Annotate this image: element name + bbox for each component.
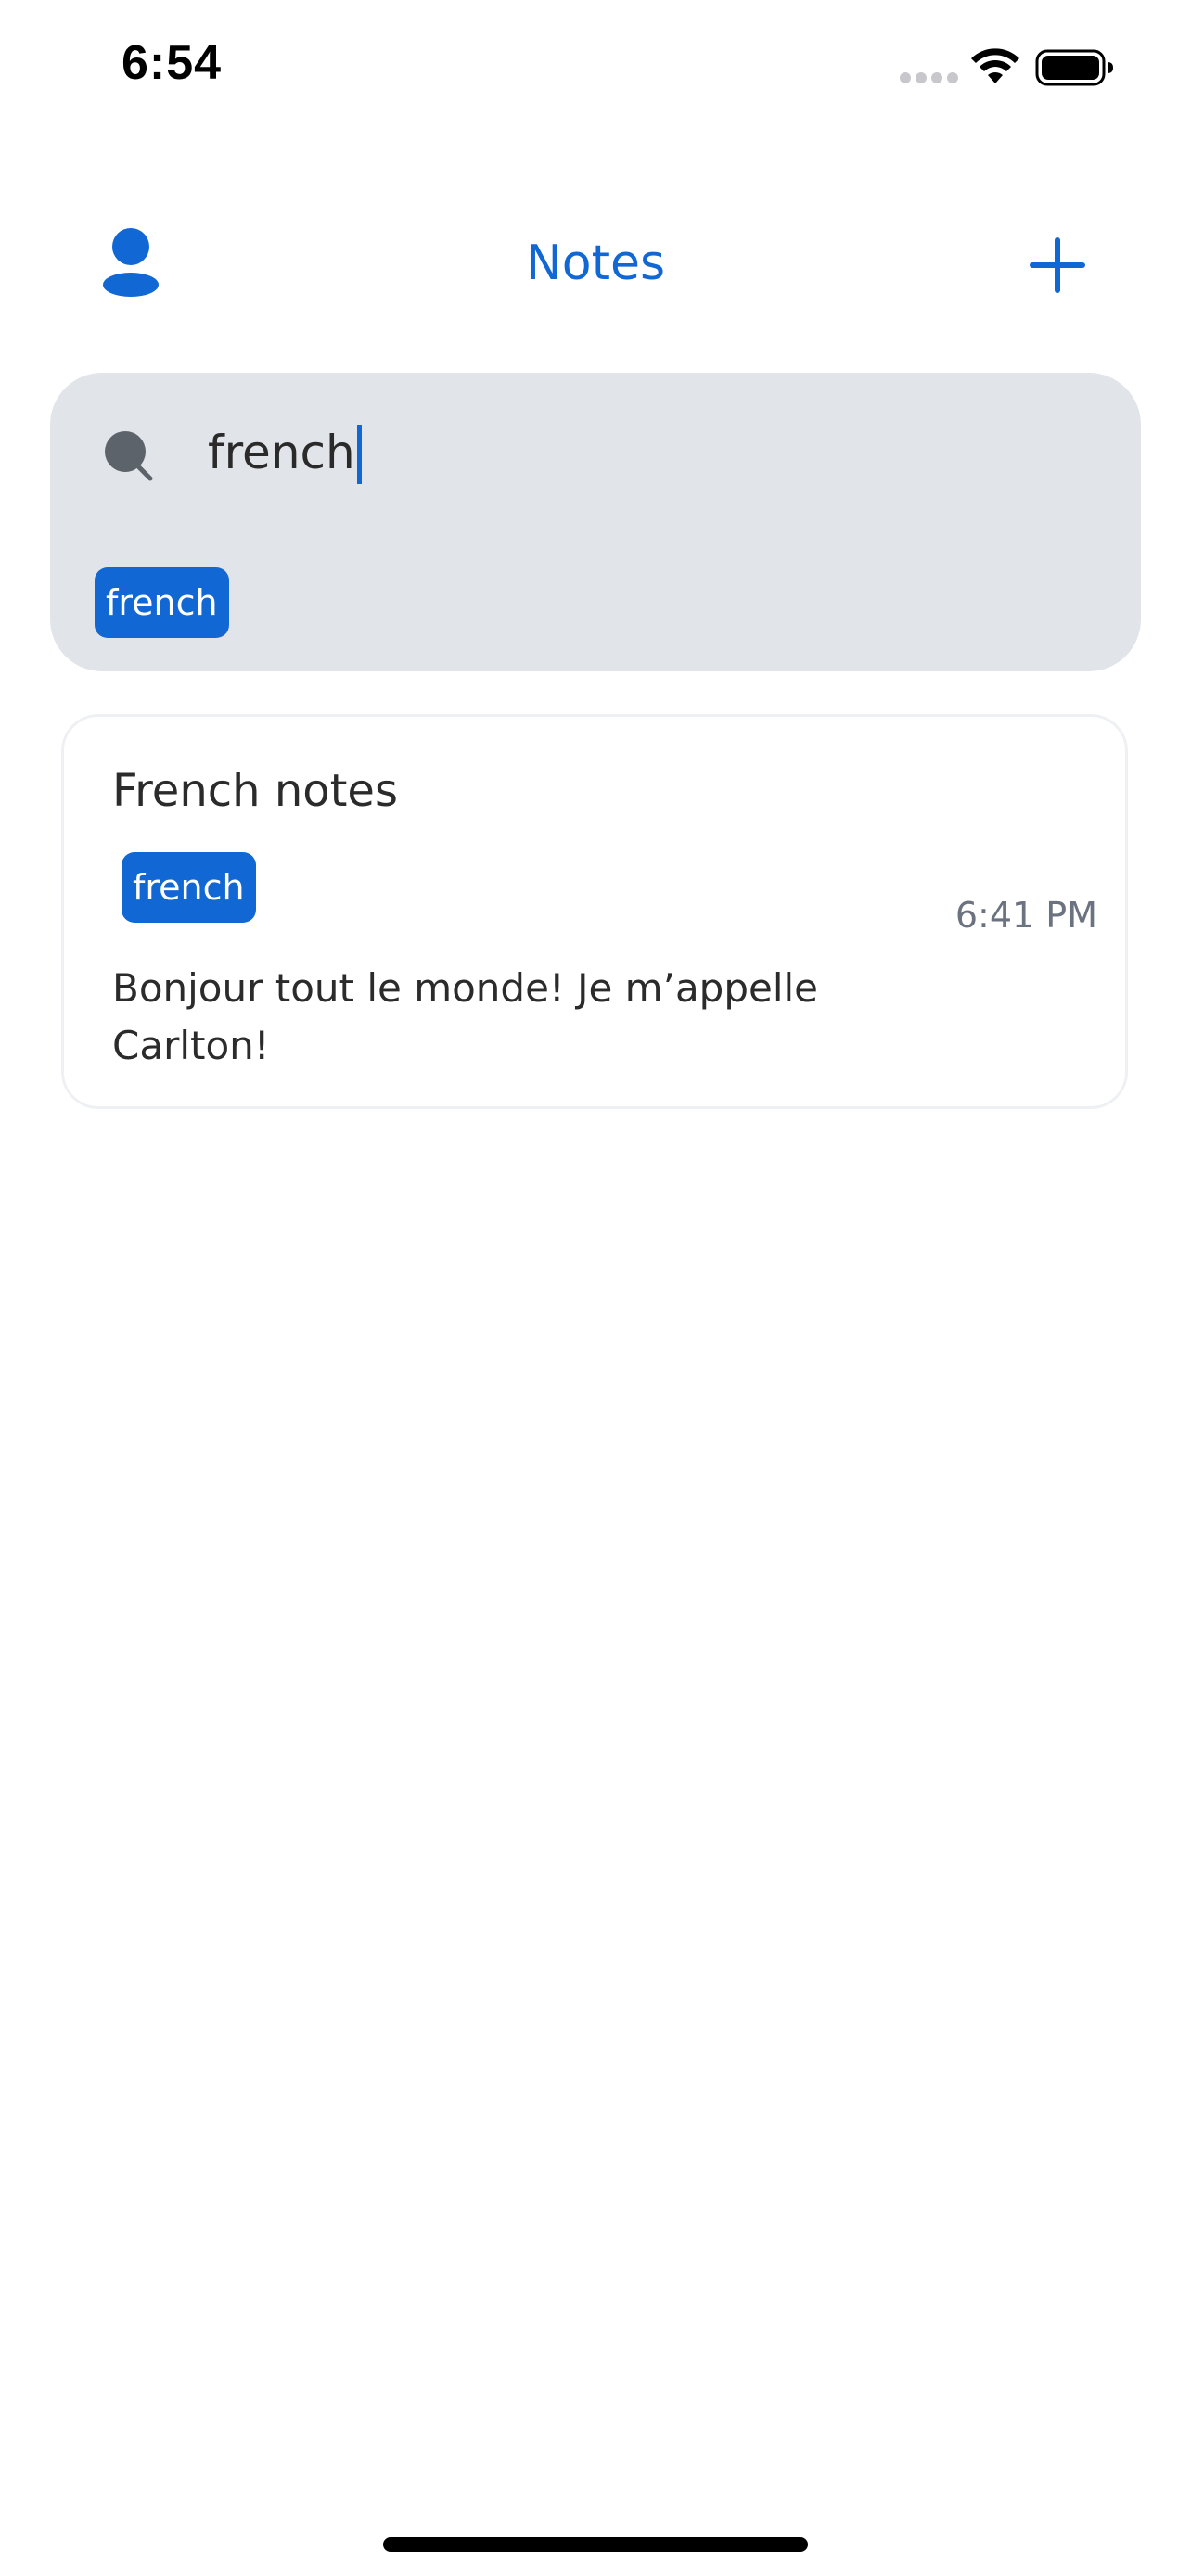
wifi-icon: [971, 48, 1019, 83]
note-title: French notes: [112, 765, 398, 817]
note-tag-chip[interactable]: french: [122, 852, 256, 923]
note-preview: Bonjour tout le monde! Je m’appelle Carl…: [112, 965, 819, 1068]
search-input[interactable]: french: [208, 423, 355, 482]
status-time: 6:54: [122, 36, 223, 90]
note-timestamp: 6:41 PM: [954, 895, 1097, 936]
note-card[interactable]: French notes french 6:41 PM Bonjour tout…: [61, 714, 1128, 1109]
home-indicator[interactable]: [383, 2537, 808, 2552]
search-icon: [105, 431, 153, 481]
battery-icon: [1035, 49, 1113, 86]
cellular-signal-icon: [900, 72, 959, 83]
search-tag-chip[interactable]: french: [95, 567, 229, 638]
search-panel: french french: [50, 373, 1141, 671]
page-title: Notes: [525, 236, 666, 291]
notes-screen: 6:54 Notes french french French notes fr…: [0, 0, 1191, 2576]
add-note-button[interactable]: [1028, 236, 1087, 295]
text-caret: [357, 425, 362, 484]
